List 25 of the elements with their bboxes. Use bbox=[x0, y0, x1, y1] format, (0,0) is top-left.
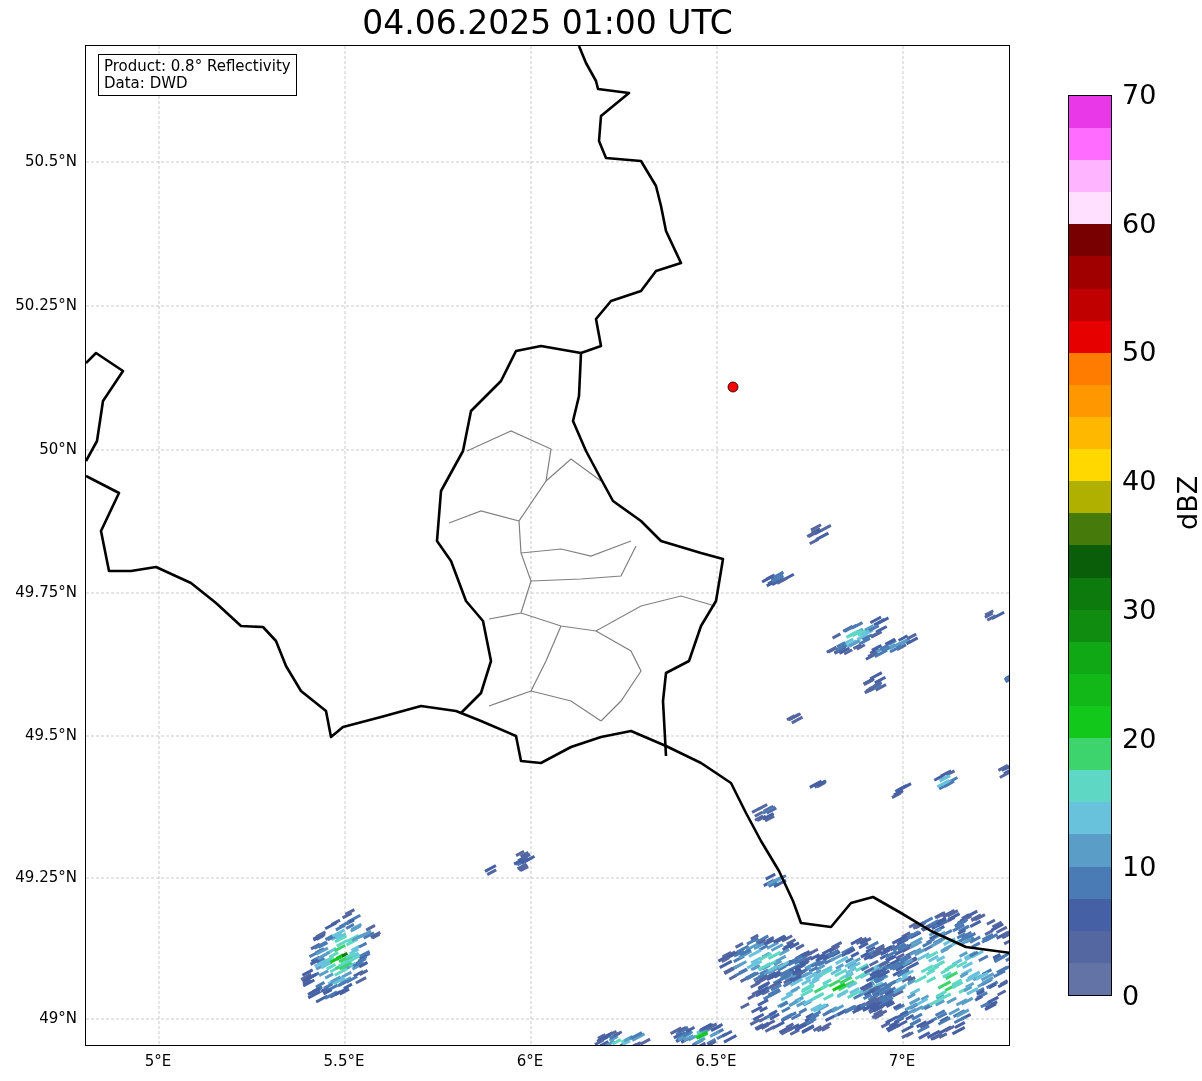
scale-tick-label: 30 bbox=[1122, 593, 1157, 625]
latitude-label: 50.25°N bbox=[15, 296, 77, 314]
latitude-label: 50.5°N bbox=[24, 152, 77, 170]
latitude-label: 49.25°N bbox=[15, 868, 77, 886]
latitude-label: 49°N bbox=[39, 1009, 77, 1027]
info-text: Data: DWD bbox=[104, 75, 189, 92]
latitude-label: 49.75°N bbox=[15, 583, 77, 601]
scale-tick-label: 20 bbox=[1122, 722, 1157, 754]
latitude-label: 50°N bbox=[39, 440, 77, 458]
latitude-label: 49.5°N bbox=[24, 726, 77, 744]
longitude-label: 6°E bbox=[516, 1052, 544, 1070]
scale-tick-label: 0 bbox=[1122, 980, 1140, 1011]
radar-station-marker bbox=[727, 381, 739, 393]
scale-tick-label: 70 bbox=[1122, 79, 1157, 110]
longitude-label: 7°E bbox=[888, 1052, 916, 1070]
info-text: Product: 0.8° Reflectivity bbox=[104, 58, 291, 75]
scale-tick-label: 10 bbox=[1122, 851, 1157, 883]
longitude-label: 5.5°E bbox=[323, 1052, 365, 1070]
scale-tick-label: 50 bbox=[1122, 336, 1157, 368]
longitude-label: 6.5°E bbox=[695, 1052, 737, 1070]
scale-unit-label: dBZ bbox=[1172, 475, 1202, 530]
scale-tick-label: 40 bbox=[1122, 465, 1157, 497]
scale-tick-label: 60 bbox=[1122, 207, 1157, 239]
chart-title: 04.06.2025 01:00 UTC bbox=[362, 3, 733, 42]
longitude-label: 5°E bbox=[144, 1052, 172, 1070]
